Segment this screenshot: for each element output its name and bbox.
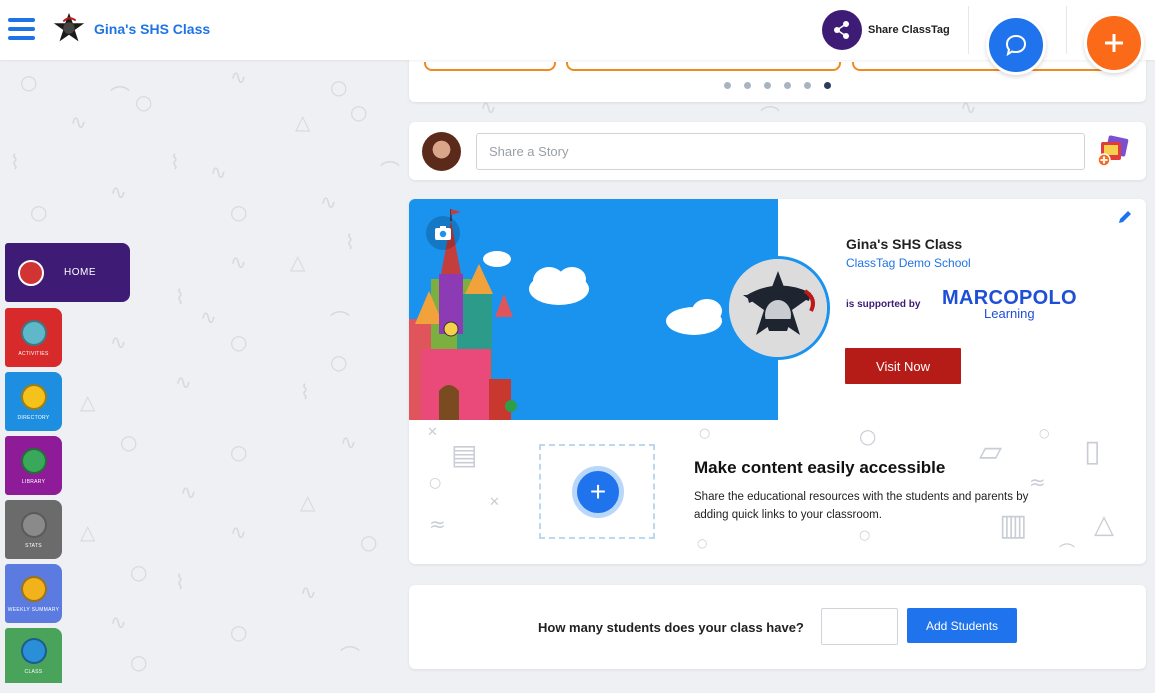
avatar bbox=[422, 132, 461, 171]
share-classtag-label: Share ClassTag bbox=[868, 24, 950, 36]
decorative-doodle: ○ bbox=[429, 475, 442, 491]
nav-item-stats[interactable]: STATS bbox=[5, 500, 62, 559]
decorative-doodle: ⌒ bbox=[1059, 542, 1076, 561]
add-photo-icon[interactable] bbox=[1097, 134, 1131, 168]
home-icon bbox=[18, 259, 44, 286]
quick-links-section: ✕ ○ ○ ○ ▤ ▱ ▯ ○ ≈ ✕ ≈ ▥ △ ○ ○ ⌒ + Make c… bbox=[409, 420, 1146, 564]
add-quick-link-box[interactable]: + bbox=[539, 444, 655, 539]
carousel-slide[interactable] bbox=[424, 62, 556, 71]
class-title[interactable]: Gina's SHS Class bbox=[94, 21, 210, 37]
decorative-doodle: ▤ bbox=[451, 438, 478, 471]
chat-bubble-icon bbox=[1005, 34, 1027, 57]
school-name-link[interactable]: ClassTag Demo School bbox=[846, 256, 971, 270]
nav-item-weekly-summary[interactable]: WEEKLY SUMMARY bbox=[5, 564, 62, 623]
nav-item-directory[interactable]: DIRECTORY bbox=[5, 372, 62, 431]
carousel-dot[interactable] bbox=[784, 82, 791, 89]
nav-item-label: DIRECTORY bbox=[17, 415, 50, 421]
quick-links-description: Share the educational resources with the… bbox=[694, 491, 1029, 521]
add-students-card: How many students does your class have? … bbox=[409, 585, 1146, 669]
decorative-doodle: ≈ bbox=[429, 512, 446, 536]
decorative-doodle: ○ bbox=[1039, 426, 1050, 440]
visit-now-button[interactable]: Visit Now bbox=[845, 348, 961, 384]
decorative-doodle: △ bbox=[1094, 510, 1114, 540]
carousel-dot[interactable] bbox=[724, 82, 731, 89]
weekly-summary-icon bbox=[20, 576, 47, 602]
nav-item-label: CLASS bbox=[24, 669, 43, 675]
supported-by-label: is supported by bbox=[846, 299, 921, 310]
change-cover-button[interactable] bbox=[426, 216, 460, 250]
camera-icon bbox=[435, 226, 451, 240]
carousel-dot-active[interactable] bbox=[824, 82, 831, 89]
nav-item-label: HOME bbox=[64, 267, 96, 278]
add-quick-link-icon[interactable]: + bbox=[572, 466, 624, 518]
class-banner bbox=[409, 199, 778, 420]
student-count-question: How many students does your class have? bbox=[538, 620, 804, 635]
library-icon bbox=[20, 448, 47, 474]
nav-item-label: LIBRARY bbox=[21, 479, 46, 485]
directory-icon bbox=[20, 384, 47, 410]
decorative-doodle: ○ bbox=[697, 536, 708, 550]
add-button[interactable] bbox=[1084, 13, 1144, 73]
class-icon bbox=[20, 638, 47, 664]
decorative-doodle: ▱ bbox=[979, 434, 1003, 469]
activities-icon bbox=[20, 320, 47, 346]
carousel-dot[interactable] bbox=[744, 82, 751, 89]
share-story-input[interactable] bbox=[476, 133, 1085, 170]
nav-item-library[interactable]: LIBRARY bbox=[5, 436, 62, 495]
quick-links-title: Make content easily accessible bbox=[694, 458, 946, 477]
plus-icon bbox=[1105, 34, 1123, 52]
decorative-doodle: ○ bbox=[859, 528, 871, 543]
share-icon bbox=[822, 10, 862, 50]
edit-icon[interactable] bbox=[1117, 209, 1133, 225]
class-info-card: Gina's SHS Class ClassTag Demo School is… bbox=[409, 199, 1146, 564]
marcopolo-logo: MARCOPOLO Learning bbox=[942, 287, 1077, 321]
add-students-button[interactable]: Add Students bbox=[907, 608, 1017, 643]
class-mascot-icon bbox=[53, 12, 85, 42]
castle-illustration bbox=[409, 209, 722, 420]
nav-item-label: STATS bbox=[25, 543, 42, 549]
decorative-doodle: ○ bbox=[859, 424, 877, 448]
top-bar: Gina's SHS Class Share ClassTag bbox=[0, 0, 1155, 60]
school-logo bbox=[726, 256, 830, 360]
share-classtag-button[interactable]: Share ClassTag bbox=[822, 10, 950, 50]
carousel-dots bbox=[409, 82, 1146, 89]
nav-item-class[interactable]: CLASS bbox=[5, 628, 62, 683]
stats-icon bbox=[20, 512, 47, 538]
divider bbox=[1066, 6, 1067, 54]
decorative-doodle: ✕ bbox=[427, 425, 438, 440]
decorative-doodle: ✕ bbox=[489, 495, 500, 510]
menu-icon[interactable] bbox=[8, 18, 35, 40]
decorative-doodle: ▯ bbox=[1084, 434, 1101, 469]
nav-item-activities[interactable]: ACTIVITIES bbox=[5, 308, 62, 367]
chat-button[interactable] bbox=[986, 15, 1046, 75]
nav-item-label: WEEKLY SUMMARY bbox=[7, 607, 60, 613]
share-story-card bbox=[409, 122, 1146, 180]
carousel-dot[interactable] bbox=[804, 82, 811, 89]
nav-item-label: ACTIVITIES bbox=[18, 351, 49, 357]
class-name: Gina's SHS Class bbox=[846, 236, 963, 252]
decorative-doodle: ○ bbox=[699, 426, 711, 441]
student-count-input[interactable] bbox=[821, 608, 898, 645]
carousel-slide[interactable] bbox=[566, 62, 841, 71]
carousel-dot[interactable] bbox=[764, 82, 771, 89]
divider bbox=[968, 6, 969, 54]
nav-item-home[interactable]: HOME bbox=[5, 243, 130, 302]
